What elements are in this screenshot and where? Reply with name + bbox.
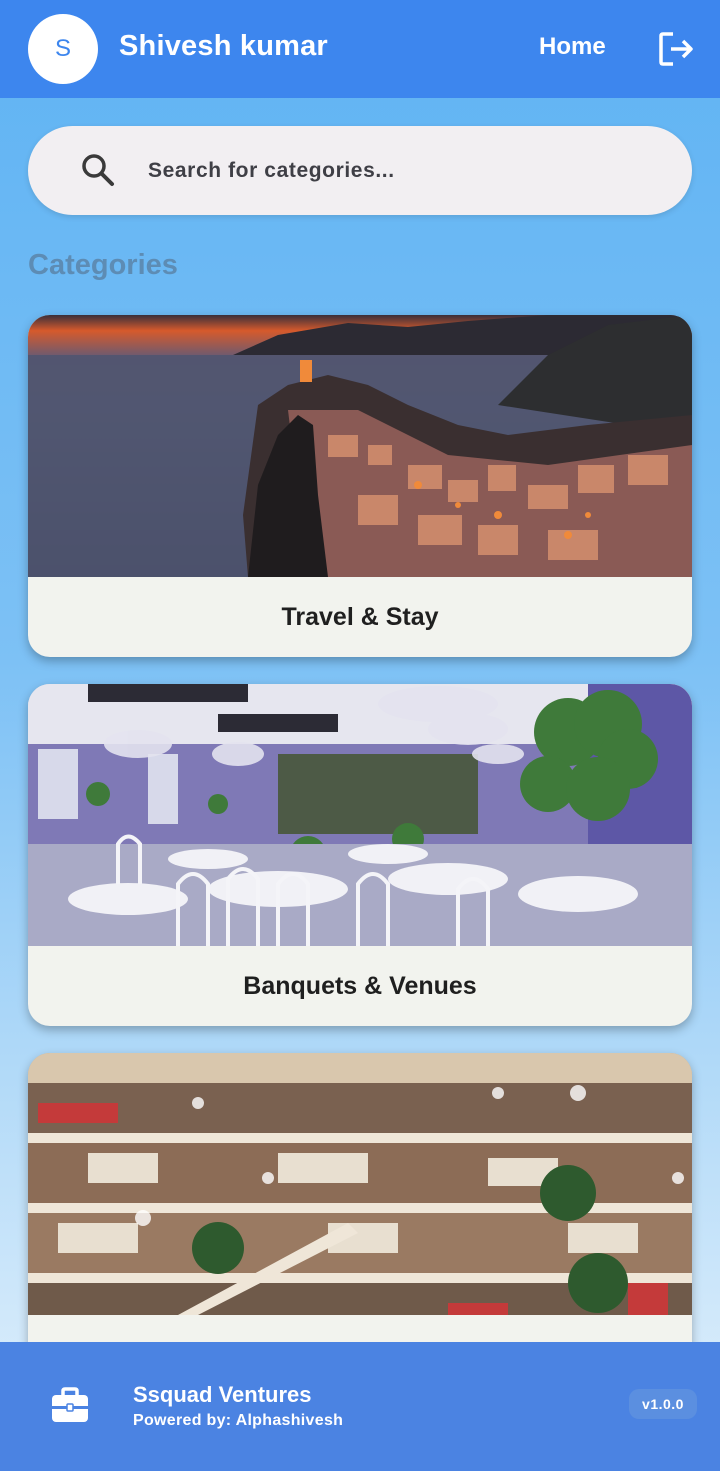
logout-icon [659, 32, 693, 66]
search-input[interactable] [148, 152, 668, 190]
category-card-travel[interactable]: Travel & Stay [28, 315, 692, 657]
app-bar: S Shivesh kumar Home [0, 0, 720, 98]
company-name: Ssquad Ventures [133, 1382, 312, 1407]
mall-image [28, 1053, 692, 1315]
briefcase-icon [52, 1387, 88, 1422]
home-link[interactable]: Home [539, 33, 606, 61]
version-badge: v1.0.0 [629, 1389, 697, 1419]
category-label: Travel & Stay [281, 602, 439, 631]
category-label: Banquets & Venues [243, 971, 477, 1000]
footer: Ssquad Ventures Powered by: Alphashivesh… [0, 1342, 720, 1471]
banquet-image [28, 684, 692, 946]
search-icon [82, 154, 114, 186]
logout-button[interactable] [656, 29, 696, 69]
category-card-banquets[interactable]: Banquets & Venues [28, 684, 692, 1026]
user-name: Shivesh kumar [119, 30, 328, 62]
section-title: Categories [28, 249, 178, 281]
search-bar[interactable] [28, 126, 692, 215]
avatar[interactable]: S [28, 14, 98, 84]
powered-by: Powered by: Alphashivesh [133, 1412, 344, 1429]
travel-image [28, 315, 692, 577]
avatar-initial: S [54, 35, 71, 62]
